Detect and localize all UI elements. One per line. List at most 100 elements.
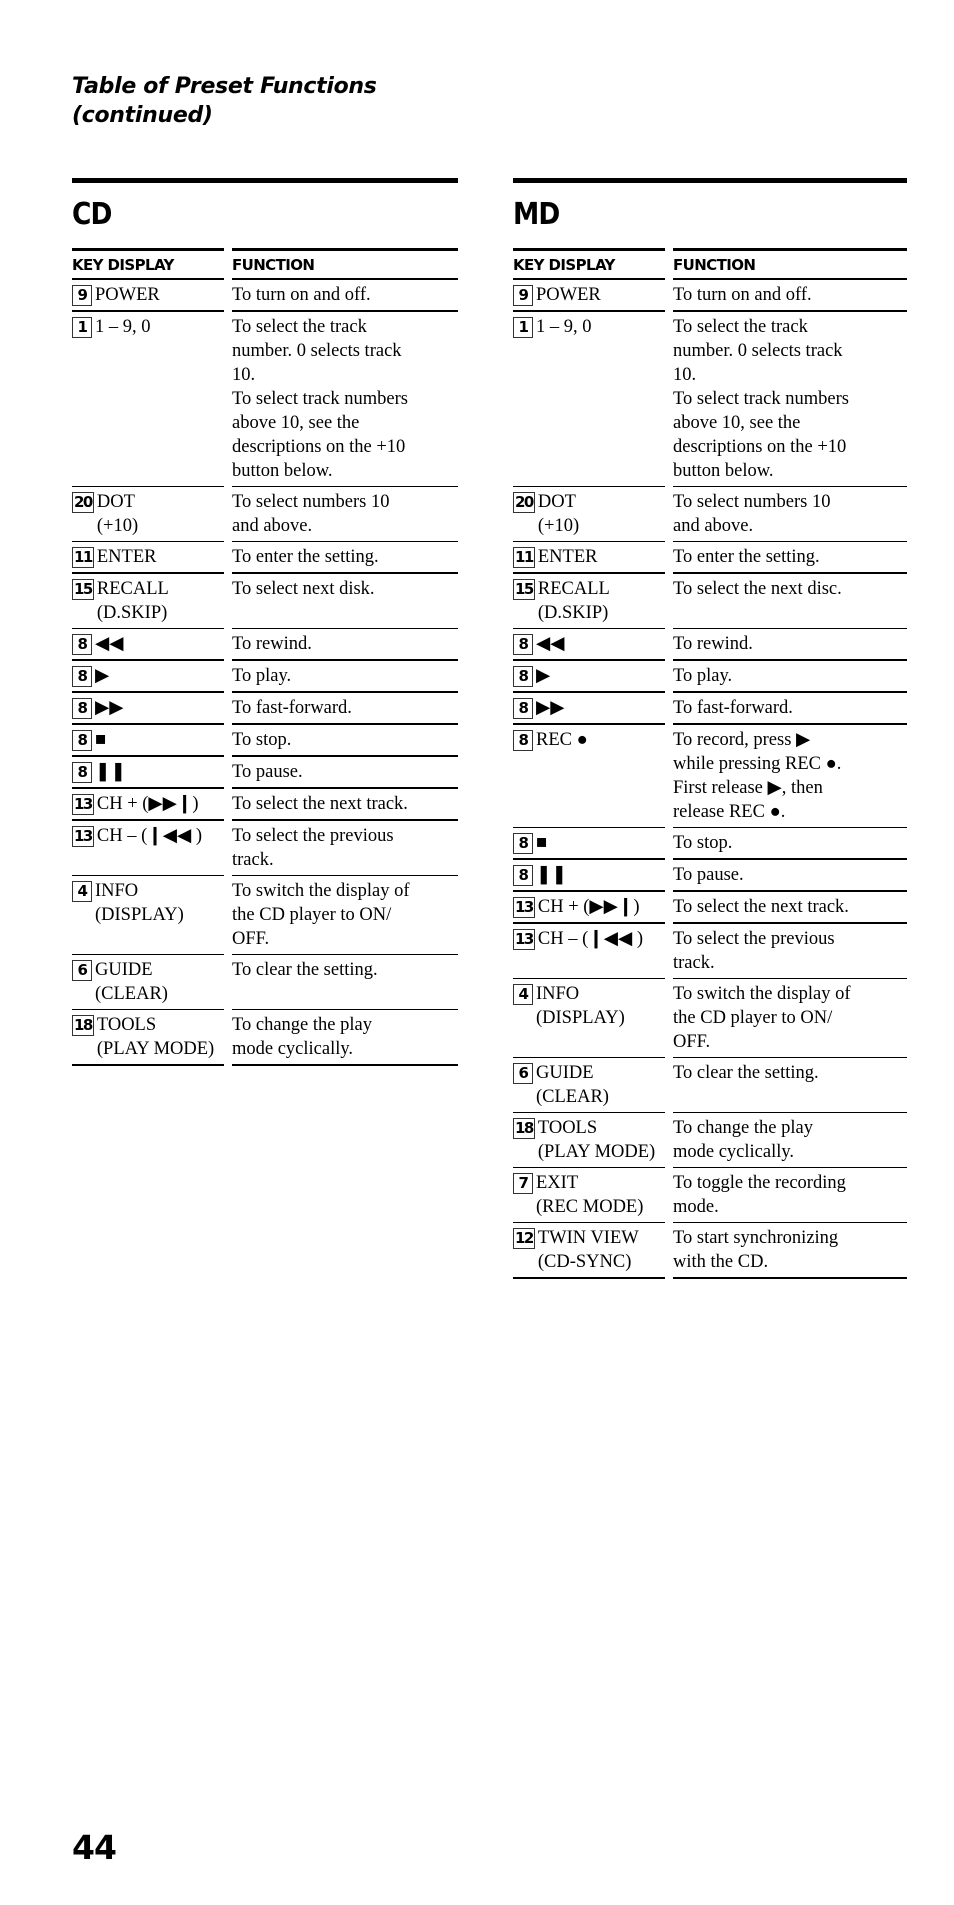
table-row: 18 TOOLS (PLAY MODE) To change the play mo… — [513, 1113, 907, 1168]
key-number-badge: 11 — [513, 547, 535, 568]
key-label: TWIN VIEW (CD-SYNC) — [537, 1228, 639, 1272]
key-display-cell: 7 EXIT (REC MODE) — [513, 1168, 665, 1223]
key-display: 13 CH – (❙◀◀ ) — [513, 927, 665, 951]
key-number-badge: 13 — [72, 826, 94, 847]
function-cell: To record, press ▶ while pressing REC ●.… — [673, 725, 907, 828]
key-display-cell: 6 GUIDE (CLEAR) — [72, 955, 224, 1010]
column-gap — [665, 828, 673, 860]
function-cell: To select the previous track. — [673, 924, 907, 979]
table-row: 20 DOT (+10) To select numbers 10 and abov… — [72, 487, 458, 542]
cd-section-title: CD — [72, 197, 112, 232]
column-gap — [224, 280, 232, 312]
function-cell: To rewind. — [673, 629, 907, 661]
key-number-badge: 8 — [513, 698, 533, 719]
key-label: RECALL (D.SKIP) — [537, 579, 610, 623]
table-row: 11 ENTER To enter the setting. — [72, 542, 458, 574]
key-number-badge: 15 — [513, 579, 535, 600]
key-number-badge: 8 — [72, 730, 92, 751]
key-display-cell: 13 CH – (❙◀◀ ) — [72, 821, 224, 876]
key-display: 11 – 9, 0 — [72, 315, 224, 339]
key-display-cell: 8 ▶▶ — [513, 693, 665, 725]
function-cell: To fast-forward. — [232, 693, 458, 725]
table-row: 7 EXIT (REC MODE) To toggle the recording … — [513, 1168, 907, 1223]
function-description: To fast-forward. — [673, 698, 793, 718]
function-description: To clear the setting. — [232, 960, 378, 980]
function-description: To select the previous track. — [232, 826, 394, 870]
key-number-badge: 8 — [72, 762, 92, 783]
table-row: 4 INFO (DISPLAY) To switch the display of … — [513, 979, 907, 1058]
page-title-line-2: (continued) — [72, 103, 213, 128]
key-display-header: KEY DISPLAY — [72, 248, 224, 280]
key-display: 8 ◀◀ — [72, 632, 224, 656]
function-cell: To clear the setting. — [673, 1058, 907, 1113]
key-label: ■ — [95, 730, 107, 750]
table-row: 13 CH – (❙◀◀ ) To select the previous trac… — [72, 821, 458, 876]
table-row: 8 ■ To stop. — [513, 828, 907, 860]
column-gap — [665, 312, 673, 487]
column-gap — [665, 1168, 673, 1223]
key-label: ENTER — [537, 547, 598, 567]
key-label: ❚❚ — [536, 865, 568, 885]
key-label: RECALL (D.SKIP) — [96, 579, 169, 623]
function-description: To turn on and off. — [232, 285, 371, 305]
column-gap — [665, 860, 673, 892]
key-display: 20 DOT (+10) — [72, 490, 224, 538]
key-display-cell: 12 TWIN VIEW (CD-SYNC) — [513, 1223, 665, 1279]
key-number-badge: 8 — [72, 698, 92, 719]
table-row: 13 CH + (▶▶❙) To select the next track. — [513, 892, 907, 924]
key-display-cell: 20 DOT (+10) — [72, 487, 224, 542]
key-label: CH – (❙◀◀ ) — [537, 929, 643, 949]
function-description: To select the track number. 0 selects tr… — [232, 317, 408, 481]
key-display-cell: 13 CH + (▶▶❙) — [513, 892, 665, 924]
key-label: ❚❚ — [95, 762, 127, 782]
key-label: ◀◀ — [95, 634, 124, 654]
column-gap — [665, 924, 673, 979]
table-row: 20 DOT (+10) To select numbers 10 and abov… — [513, 487, 907, 542]
key-display-cell: 8 ■ — [513, 828, 665, 860]
key-display: 4 INFO (DISPLAY) — [72, 879, 224, 927]
key-number-badge: 4 — [72, 881, 92, 902]
key-number-badge: 20 — [72, 492, 94, 513]
function-description: To select the track number. 0 selects tr… — [673, 317, 849, 481]
function-cell: To switch the display of the CD player t… — [232, 876, 458, 955]
key-display-cell: 8 ▶ — [513, 661, 665, 693]
key-display: 7 EXIT (REC MODE) — [513, 1171, 665, 1219]
key-display: 8 ■ — [72, 728, 224, 752]
column-gap — [665, 487, 673, 542]
column-gap — [224, 542, 232, 574]
key-display: 6 GUIDE (CLEAR) — [72, 958, 224, 1006]
key-display: 4 INFO (DISPLAY) — [513, 982, 665, 1030]
key-display-cell: 8 ◀◀ — [513, 629, 665, 661]
table-row: 12 TWIN VIEW (CD-SYNC) To start synchroniz… — [513, 1223, 907, 1279]
md-section: MD KEY DISPLAY FUNCTION 9 POWER To turn on… — [513, 178, 907, 1279]
key-display-cell: 8 ◀◀ — [72, 629, 224, 661]
function-description: To toggle the recording mode. — [673, 1173, 846, 1217]
key-display: 15 RECALL (D.SKIP) — [72, 577, 224, 625]
key-display: 8 ❚❚ — [72, 760, 224, 784]
key-display: 8 ▶▶ — [513, 696, 665, 720]
column-gap — [224, 629, 232, 661]
key-display: 9 POWER — [72, 283, 224, 307]
cd-table-body: 9 POWER To turn on and off. 1 1 – 9, 0 To sel… — [72, 280, 458, 1066]
column-gap — [224, 1010, 232, 1066]
key-display-cell: 4 INFO (DISPLAY) — [513, 979, 665, 1058]
table-header-row: KEY DISPLAY FUNCTION — [72, 248, 458, 280]
table-row: 8 ◀◀ To rewind. — [513, 629, 907, 661]
function-cell: To start synchronizing with the CD. — [673, 1223, 907, 1279]
function-description: To change the play mode cyclically. — [232, 1015, 372, 1059]
function-cell: To select the previous track. — [232, 821, 458, 876]
function-description: To rewind. — [673, 634, 753, 654]
key-label: CH + (▶▶❙) — [537, 897, 640, 917]
key-number-badge: 13 — [72, 794, 94, 815]
column-gap — [224, 574, 232, 629]
function-cell: To toggle the recording mode. — [673, 1168, 907, 1223]
function-header: FUNCTION — [673, 248, 907, 280]
key-display-cell: 8 REC ● — [513, 725, 665, 828]
key-label: ▶▶ — [95, 698, 124, 718]
column-gap — [665, 280, 673, 312]
key-display: 11 – 9, 0 — [513, 315, 665, 339]
column-gap — [665, 629, 673, 661]
function-description: To pause. — [673, 865, 744, 885]
key-display-cell: 18 TOOLS (PLAY MODE) — [513, 1113, 665, 1168]
function-cell: To turn on and off. — [673, 280, 907, 312]
